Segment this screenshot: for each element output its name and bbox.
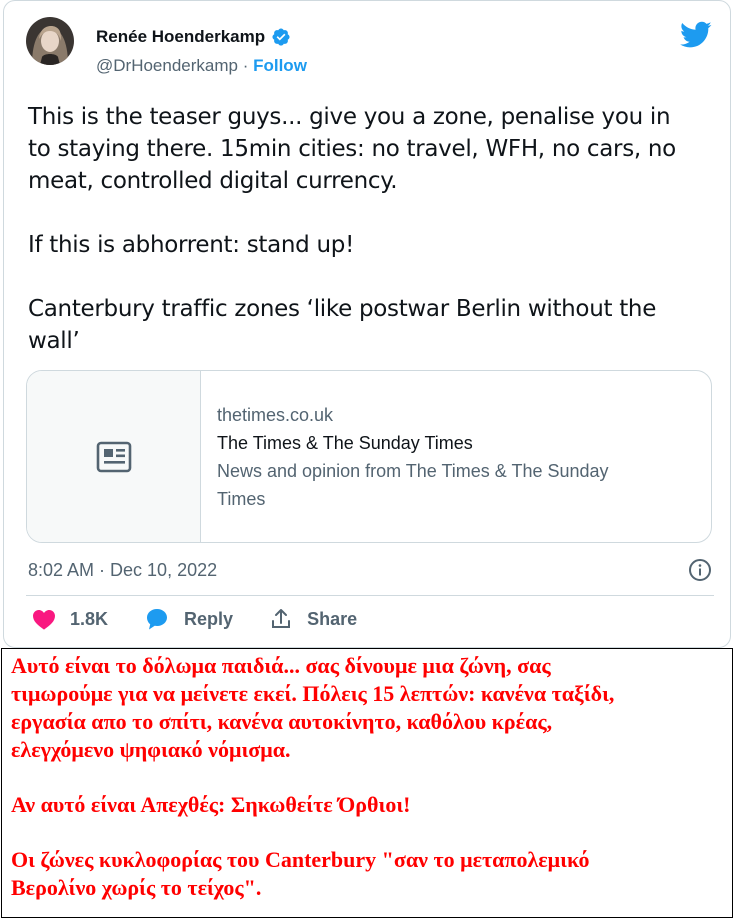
share-icon (272, 609, 291, 628)
avatar-image (26, 17, 74, 65)
tweet-text-line: meat, controlled digital currency. (28, 168, 398, 194)
tweet-text-line: wall’ (28, 328, 80, 354)
translation-line: Αν αυτό είναι Απεχθές: Σηκωθείτε Όρθιοι! (11, 792, 411, 817)
timestamp-row: 8:02 AM · Dec 10, 2022 (28, 557, 712, 583)
translation-line: ελεγχόμενο ψηφιακό νόμισμα. (11, 737, 291, 762)
handle-row: @DrHoenderkamp · Follow (96, 56, 307, 76)
like-button[interactable]: 1.8K (32, 608, 108, 630)
reply-bubble-icon (147, 609, 168, 630)
timestamp[interactable]: 8:02 AM · Dec 10, 2022 (28, 560, 217, 581)
card-title: The Times & The Sunday Times (217, 433, 473, 453)
card-description: Times (217, 489, 266, 509)
info-icon[interactable] (688, 558, 712, 582)
translation-line: Βερολίνο χωρίς το τείχος". (11, 875, 262, 900)
author-name[interactable]: Renée Hoenderkamp (96, 27, 265, 47)
reply-button[interactable]: Reply (144, 607, 233, 631)
translation-line: εργασία απο το σπίτι, κανένα αυτοκίνητο,… (11, 709, 553, 734)
card-text: thetimes.co.uk The Times & The Sunday Ti… (201, 371, 625, 542)
reply-label: Reply (184, 608, 234, 629)
share-button[interactable]: Share (269, 607, 357, 631)
like-count: 1.8K (70, 608, 109, 629)
tweet-text-line: If this is abhorrent: stand up! (28, 232, 354, 258)
tweet-text-line: Canterbury traffic zones ‘like postwar B… (28, 296, 657, 322)
translation-line: Οι ζώνες κυκλοφορίας του Canterbury "σαν… (11, 847, 590, 872)
translation-line: τιμωρούμε για να μείνετε εκεί. Πόλεις 15… (11, 681, 615, 706)
link-preview-card[interactable]: thetimes.co.uk The Times & The Sunday Ti… (26, 370, 712, 543)
card-thumbnail (27, 371, 201, 542)
verified-badge-icon (272, 28, 290, 46)
follow-button[interactable]: Follow (253, 56, 307, 75)
tweet-text: This is the teaser guys... give you a zo… (28, 101, 718, 357)
divider (26, 595, 714, 596)
author-handle[interactable]: @DrHoenderkamp (96, 56, 238, 75)
card-domain: thetimes.co.uk (217, 405, 334, 425)
handle-separator: · (237, 56, 254, 75)
author-row: Renée Hoenderkamp (96, 27, 291, 47)
tweet-text-line: to staying there. 15min cities: no trave… (28, 136, 676, 162)
tweet-text-line: This is the teaser guys... give you a zo… (28, 104, 671, 130)
action-bar: 1.8K Reply Share (32, 607, 393, 631)
greek-translation-box: Αυτό είναι το δόλωμα παιδιά... σας δίνου… (1, 648, 733, 918)
tweet-card: Renée Hoenderkamp @DrHoenderkamp · Follo… (3, 0, 731, 648)
card-description: News and opinion from The Times & The Su… (217, 461, 609, 481)
article-icon (96, 441, 131, 472)
twitter-bird-icon[interactable] (680, 21, 712, 49)
heart-icon (33, 610, 55, 630)
avatar[interactable] (26, 17, 74, 65)
share-label: Share (307, 608, 358, 629)
translation-line: Αυτό είναι το δόλωμα παιδιά... σας δίνου… (11, 653, 551, 678)
